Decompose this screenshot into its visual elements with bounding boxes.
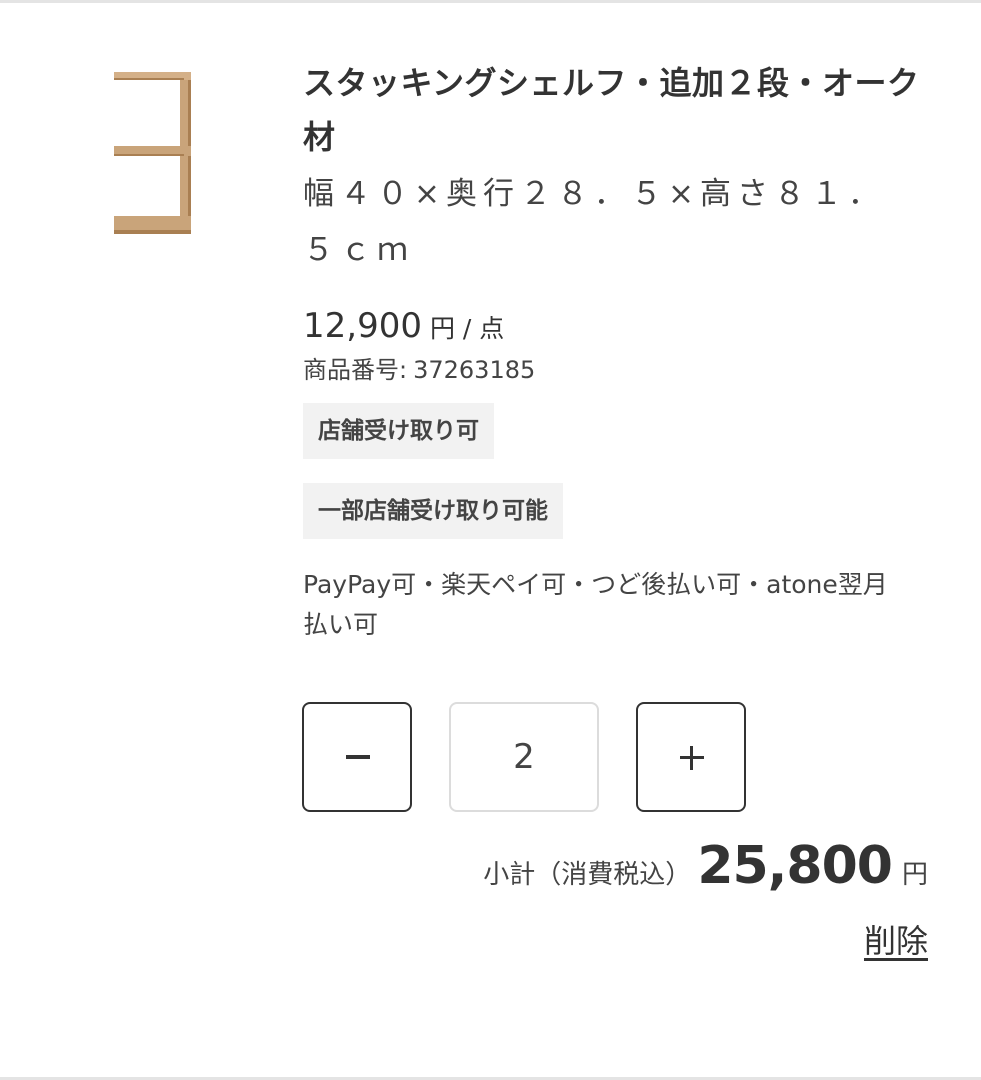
subtotal: 小計（消費税込） 25,800 円 — [483, 836, 928, 896]
product-number: 商品番号: 37263185 — [303, 350, 928, 385]
subtotal-amount: 25,800 — [697, 836, 893, 896]
partial-store-pickup-badge: 一部店舗受け取り可能 — [303, 483, 563, 539]
payment-methods: PayPay可・楽天ペイ可・つど後払い可・atone翌月払い可 — [303, 570, 888, 639]
unit-price: 12,900 — [303, 306, 422, 346]
product-thumbnail[interactable] — [108, 68, 198, 240]
minus-icon — [346, 755, 370, 759]
price-unit: 円 / 点 — [429, 314, 505, 343]
store-pickup-badge: 店舗受け取り可 — [303, 403, 494, 459]
product-spec: 幅４０×奥行２８．５×高さ８１．５ｃｍ — [303, 176, 885, 268]
increment-button[interactable] — [636, 702, 746, 812]
shelf-image — [114, 72, 191, 234]
sku-label: 商品番号: — [303, 356, 408, 384]
subtotal-currency: 円 — [901, 860, 928, 890]
quantity-input[interactable]: 2 — [449, 702, 599, 812]
price-row: 12,900 円 / 点 — [303, 306, 928, 346]
subtotal-label: 小計（消費税込） — [483, 860, 692, 890]
delete-link[interactable]: 削除 — [864, 916, 928, 962]
sku-value: 37263185 — [413, 356, 536, 384]
product-title[interactable]: スタッキングシェルフ・追加２段・オーク材 — [303, 56, 928, 164]
decrement-button[interactable] — [302, 702, 412, 812]
cart-item-page: スタッキングシェルフ・追加２段・オーク材 幅４０×奥行２８．５×高さ８１．５ｃｍ… — [0, 0, 981, 1080]
product-info: スタッキングシェルフ・追加２段・オーク材 幅４０×奥行２８．５×高さ８１．５ｃｍ… — [303, 56, 928, 645]
top-divider — [0, 0, 981, 3]
